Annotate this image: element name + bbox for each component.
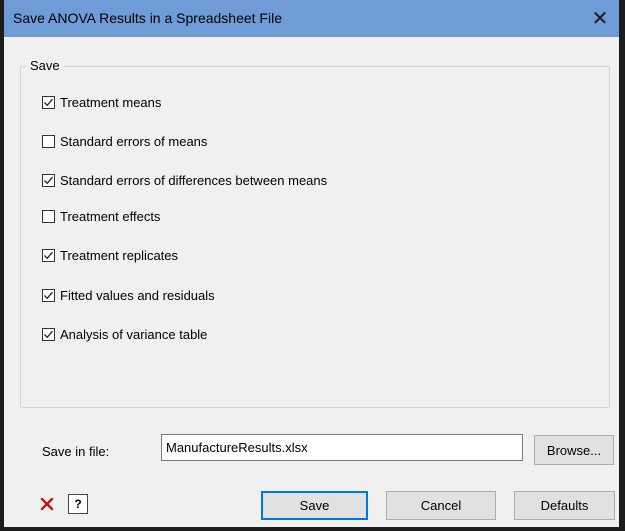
option-label: Analysis of variance table	[60, 326, 208, 342]
red-x-icon[interactable]	[37, 494, 57, 514]
option-sed-between-means[interactable]: Standard errors of differences between m…	[42, 171, 327, 189]
browse-button[interactable]: Browse...	[534, 435, 614, 465]
help-question-icon[interactable]: ?	[68, 494, 88, 514]
cancel-button[interactable]: Cancel	[386, 491, 496, 520]
option-standard-errors-of-means[interactable]: Standard errors of means	[42, 132, 207, 150]
save-groupbox	[20, 66, 610, 408]
option-treatment-means[interactable]: Treatment means	[42, 93, 161, 111]
save-button[interactable]: Save	[261, 491, 368, 520]
option-label: Standard errors of means	[60, 133, 208, 149]
option-fitted-values-residuals[interactable]: Fitted values and residuals	[42, 286, 215, 304]
option-treatment-effects[interactable]: Treatment effects	[42, 207, 160, 225]
checkbox[interactable]	[42, 209, 55, 223]
option-label: Treatment replicates	[60, 247, 179, 263]
checkbox[interactable]	[42, 95, 55, 109]
file-name-input[interactable]	[161, 434, 523, 461]
option-label: Treatment effects	[60, 208, 161, 224]
checkbox[interactable]	[42, 173, 55, 187]
save-in-file-label: Save in file:	[42, 444, 110, 459]
save-anova-dialog: Save ANOVA Results in a Spreadsheet File…	[0, 0, 625, 531]
defaults-button[interactable]: Defaults	[514, 491, 615, 520]
title-bar[interactable]: Save ANOVA Results in a Spreadsheet File…	[4, 0, 619, 37]
option-label: Standard errors of differences between m…	[60, 172, 328, 188]
option-treatment-replicates[interactable]: Treatment replicates	[42, 246, 178, 264]
checkbox[interactable]	[42, 327, 55, 341]
save-group-label: Save	[26, 58, 64, 73]
close-icon[interactable]: ✕	[581, 0, 619, 37]
checkbox[interactable]	[42, 288, 55, 302]
option-label: Fitted values and residuals	[60, 287, 215, 303]
dialog-title: Save ANOVA Results in a Spreadsheet File	[13, 10, 282, 26]
checkbox[interactable]	[42, 248, 55, 262]
option-label: Treatment means	[60, 94, 162, 110]
checkbox[interactable]	[42, 134, 55, 148]
option-anova-table[interactable]: Analysis of variance table	[42, 325, 207, 343]
